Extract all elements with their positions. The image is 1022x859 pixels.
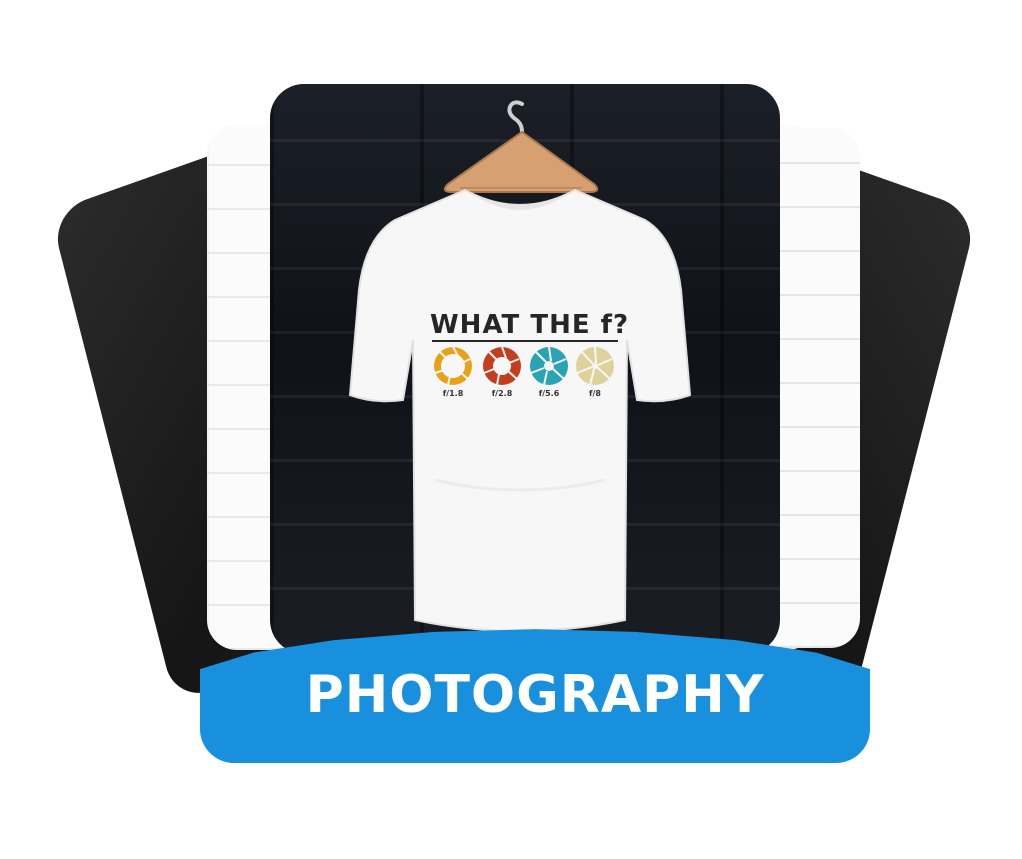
product-collage: WHAT THE f? f/1.8 f/2.8 f/5.6 f/8 PHOTOG… xyxy=(0,0,1022,859)
aperture-label: f/5.6 xyxy=(538,389,560,398)
design-headline: WHAT THE f? xyxy=(430,310,630,340)
aperture-label: f/2.8 xyxy=(491,389,513,398)
tshirt-icon xyxy=(348,188,692,632)
white-brick-card-edge xyxy=(780,128,860,648)
aperture-icon xyxy=(434,346,472,386)
category-title: PHOTOGRAPHY xyxy=(305,665,765,725)
design-underline xyxy=(432,340,618,342)
aperture-icon xyxy=(576,346,614,386)
aperture-label: f/8 xyxy=(589,389,601,398)
aperture-icon xyxy=(530,346,568,386)
aperture-label: f/1.8 xyxy=(442,389,464,398)
aperture-icon xyxy=(483,346,521,386)
